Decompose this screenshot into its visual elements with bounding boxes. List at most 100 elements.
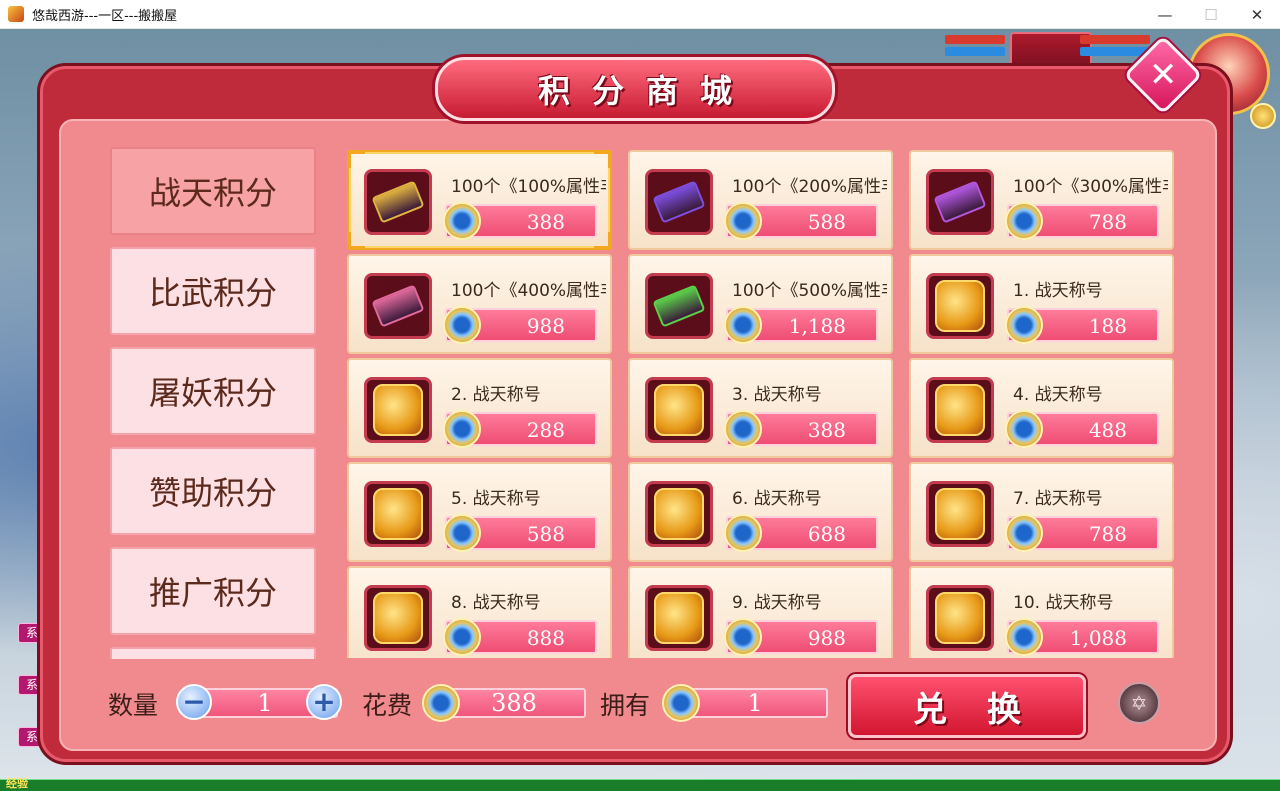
item-price: 388 <box>443 202 597 240</box>
category-tab-zhantian[interactable]: 战天积分 <box>110 147 316 235</box>
scroll-graphic <box>652 284 706 328</box>
points-coin-icon <box>724 306 762 344</box>
title-badge-icon <box>364 481 432 547</box>
item-name: 100个《100%属性丰 <box>451 177 606 197</box>
category-tab-tuyao[interactable]: 屠妖积分 <box>110 347 316 435</box>
shop-item[interactable]: 100个《200%属性丰 588 <box>628 150 893 250</box>
shop-item[interactable]: 9. 战天称号 988 <box>628 566 893 658</box>
item-price-value: 388 <box>807 418 846 442</box>
points-coin-icon <box>724 618 762 656</box>
badge-graphic <box>654 592 704 644</box>
item-name: 100个《400%属性丰 <box>451 281 606 301</box>
points-coin-icon <box>443 306 481 344</box>
title-badge-icon <box>364 585 432 651</box>
currency-icon[interactable] <box>1250 103 1276 129</box>
item-name: 8. 战天称号 <box>451 593 541 613</box>
shop-item[interactable]: 10. 战天称号 1,088 <box>909 566 1174 658</box>
item-price-value: 888 <box>526 626 565 650</box>
shop-item[interactable]: 6. 战天称号 688 <box>628 462 893 562</box>
app-icon <box>8 6 24 22</box>
points-coin-icon <box>724 514 762 552</box>
item-name: 3. 战天称号 <box>732 385 822 405</box>
shop-item[interactable]: 3. 战天称号 388 <box>628 358 893 458</box>
badge-graphic <box>935 488 985 540</box>
cost-label: 花费 <box>362 691 413 720</box>
points-coin-icon <box>1005 306 1043 344</box>
owned-label: 拥有 <box>600 691 651 720</box>
title-badge-icon <box>645 585 713 651</box>
points-coin-icon <box>1005 618 1043 656</box>
item-price: 588 <box>443 514 597 552</box>
cost-value: 388 <box>442 688 586 718</box>
points-coin-icon <box>1005 514 1043 552</box>
selection-corner <box>347 150 365 168</box>
item-price: 188 <box>1005 306 1159 344</box>
quantity-decrease-button[interactable]: − <box>176 684 212 720</box>
scroll-purple-icon <box>645 169 713 235</box>
selection-corner <box>594 150 612 168</box>
points-coin-icon <box>443 410 481 448</box>
points-coin-icon <box>1005 410 1043 448</box>
item-name: 100个《300%属性丰 <box>1013 177 1168 197</box>
item-price: 1,088 <box>1005 618 1159 656</box>
title-badge-icon <box>645 377 713 443</box>
item-grid: 100个《100%属性丰 388 100个《200%属性丰 588 100个《300%属… <box>347 150 1177 658</box>
maximize-button[interactable]: ☐ <box>1188 0 1234 29</box>
points-coin-icon <box>724 202 762 240</box>
item-price: 588 <box>724 202 878 240</box>
item-price: 888 <box>443 618 597 656</box>
badge-graphic <box>373 384 423 436</box>
title-badge-icon <box>926 273 994 339</box>
shop-item[interactable]: 4. 战天称号 488 <box>909 358 1174 458</box>
item-price: 1,188 <box>724 306 878 344</box>
item-name: 7. 战天称号 <box>1013 489 1103 509</box>
shop-item[interactable]: 100个《300%属性丰 788 <box>909 150 1174 250</box>
shop-item[interactable]: 8. 战天称号 888 <box>347 566 612 658</box>
item-price-value: 488 <box>1088 418 1127 442</box>
badge-graphic <box>654 488 704 540</box>
category-tab-tuiguang[interactable]: 推广积分 <box>110 547 316 635</box>
scroll-pink-icon <box>364 273 432 339</box>
item-price-value: 1,088 <box>1069 626 1127 650</box>
category-tab-zanzhu[interactable]: 赞助积分 <box>110 447 316 535</box>
item-name: 5. 战天称号 <box>451 489 541 509</box>
item-price-value: 288 <box>526 418 565 442</box>
close-window-button[interactable]: ✕ <box>1234 0 1280 29</box>
settings-icon[interactable]: ✡ <box>1118 682 1160 724</box>
shop-item[interactable]: 1. 战天称号 188 <box>909 254 1174 354</box>
selection-corner <box>347 232 365 250</box>
exp-label: 经验 <box>6 777 28 790</box>
badge-graphic <box>654 384 704 436</box>
item-price: 288 <box>443 410 597 448</box>
points-coin-icon <box>443 202 481 240</box>
item-price: 988 <box>724 618 878 656</box>
item-name: 1. 战天称号 <box>1013 281 1103 301</box>
shop-item[interactable]: 2. 战天称号 288 <box>347 358 612 458</box>
points-coin-icon <box>422 684 460 722</box>
player-mp-bar <box>1080 47 1150 56</box>
item-name: 100个《500%属性丰 <box>732 281 887 301</box>
exchange-button[interactable]: 兑换 <box>848 674 1086 738</box>
badge-graphic <box>935 384 985 436</box>
window-controls: — ☐ ✕ <box>1142 0 1280 29</box>
plus-icon: + <box>312 685 336 718</box>
shop-item[interactable]: 100个《500%属性丰 1,188 <box>628 254 893 354</box>
category-tab-partial[interactable] <box>110 647 316 659</box>
item-name: 100个《200%属性丰 <box>732 177 887 197</box>
points-coin-icon <box>443 514 481 552</box>
shop-item[interactable]: 5. 战天称号 588 <box>347 462 612 562</box>
minimize-button[interactable]: — <box>1142 0 1188 29</box>
item-name: 2. 战天称号 <box>451 385 541 405</box>
scroll-graphic <box>933 180 987 224</box>
item-name: 9. 战天称号 <box>732 593 822 613</box>
badge-graphic <box>373 592 423 644</box>
points-coin-icon <box>662 684 700 722</box>
quantity-increase-button[interactable]: + <box>306 684 342 720</box>
category-tab-biwu[interactable]: 比武积分 <box>110 247 316 335</box>
title-badge-icon <box>645 481 713 547</box>
experience-bar: 经验 <box>0 777 1280 791</box>
shop-item[interactable]: 100个《100%属性丰 388 <box>347 150 612 250</box>
shop-item[interactable]: 7. 战天称号 788 <box>909 462 1174 562</box>
shop-item[interactable]: 100个《400%属性丰 988 <box>347 254 612 354</box>
points-coin-icon <box>724 410 762 448</box>
